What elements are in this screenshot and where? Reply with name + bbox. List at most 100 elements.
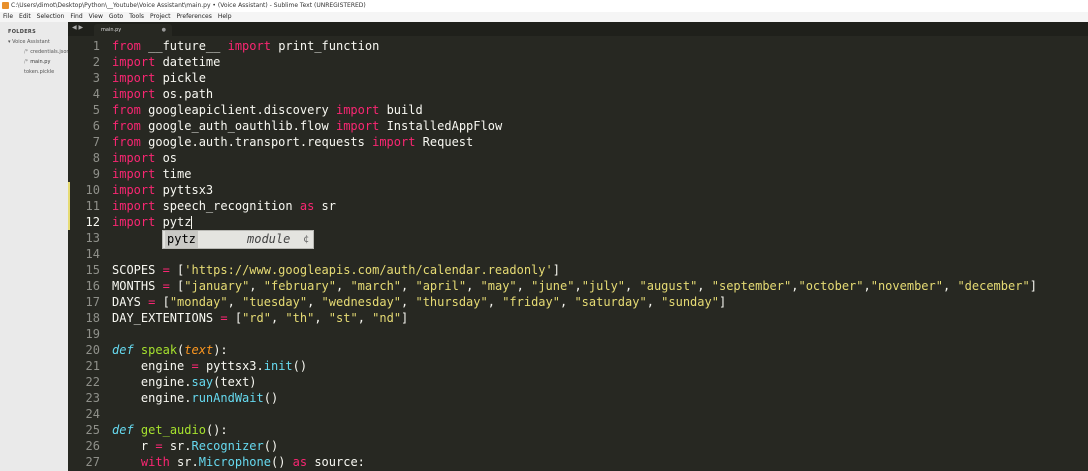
code-token: SCOPES bbox=[112, 263, 163, 277]
code-token: "wednesday" bbox=[321, 295, 402, 309]
code-line[interactable]: from __future__ import print_function bbox=[112, 38, 379, 54]
code-token: sr bbox=[314, 199, 336, 213]
code-token: with bbox=[140, 455, 170, 469]
menu-find[interactable]: Find bbox=[67, 12, 85, 22]
code-line[interactable]: engine.say(text) bbox=[112, 374, 257, 390]
menu-tools[interactable]: Tools bbox=[126, 12, 147, 22]
code-token: sr. bbox=[169, 455, 199, 469]
code-token: from bbox=[112, 119, 141, 133]
code-line[interactable]: import pickle bbox=[112, 70, 206, 86]
line-number: 4 bbox=[92, 87, 100, 101]
modified-line-marker bbox=[68, 214, 70, 230]
code-line[interactable]: def speak(text): bbox=[112, 342, 228, 358]
code-line[interactable]: import speech_recognition as sr bbox=[112, 198, 336, 214]
sublime-app-icon bbox=[2, 2, 9, 9]
code-token: build bbox=[379, 103, 423, 117]
code-token: "friday" bbox=[502, 295, 560, 309]
code-token: = bbox=[220, 311, 228, 325]
modified-line-marker bbox=[68, 198, 70, 214]
menu-file[interactable]: File bbox=[0, 12, 16, 22]
line-number: 20 bbox=[85, 343, 100, 357]
code-token: __future__ bbox=[140, 39, 228, 53]
code-line[interactable]: def get_audio(): bbox=[112, 422, 228, 438]
menu-view[interactable]: View bbox=[86, 12, 106, 22]
code-line[interactable]: r = sr.Recognizer() bbox=[112, 438, 278, 454]
code-line[interactable]: import time bbox=[112, 166, 191, 182]
autocomplete-popup[interactable]: pytz module ¢ bbox=[162, 230, 314, 249]
code-token: "tuesday" bbox=[242, 295, 308, 309]
code-token: speech_recognition bbox=[155, 199, 300, 213]
code-token: as bbox=[292, 455, 308, 469]
line-number: 11 bbox=[85, 199, 100, 213]
folder-voice-assistant[interactable]: ▾ Voice Assistant bbox=[8, 39, 50, 45]
code-token: () bbox=[270, 455, 293, 469]
code-token: "august" bbox=[639, 279, 698, 293]
sidebar: FOLDERS ▾ Voice Assistant /* credentials.… bbox=[0, 22, 70, 471]
code-token: ] bbox=[552, 263, 560, 277]
code-line[interactable]: DAYS = ["monday", "tuesday", "wednesday"… bbox=[112, 294, 726, 310]
autocomplete-item-name[interactable]: pytz bbox=[165, 231, 198, 248]
code-line[interactable]: from google_auth_oauthlib.flow import In… bbox=[112, 118, 502, 134]
line-number: 10 bbox=[85, 183, 100, 197]
menu-goto[interactable]: Goto bbox=[106, 12, 126, 22]
code-line[interactable]: engine = pyttsx3.init() bbox=[112, 358, 307, 374]
sidebar-file-item[interactable]: /* credentials.json bbox=[24, 49, 70, 55]
code-token: "monday" bbox=[169, 295, 228, 309]
code-line[interactable]: SCOPES = ['https://www.googleapis.com/au… bbox=[112, 262, 560, 278]
code-line[interactable]: import pytz bbox=[112, 214, 193, 230]
code-token: import bbox=[112, 167, 156, 181]
code-line[interactable]: engine.runAndWait() bbox=[112, 390, 278, 406]
tab-bar: ◀ ▶ main.py ● bbox=[68, 22, 1088, 36]
code-line[interactable]: MONTHS = ["january", "february", "march"… bbox=[112, 278, 1037, 294]
menu-selection[interactable]: Selection bbox=[34, 12, 68, 22]
tab-nav-arrows-icon[interactable]: ◀ ▶ bbox=[72, 24, 83, 31]
code-token: "february" bbox=[263, 279, 336, 293]
code-token: Recognizer bbox=[191, 439, 264, 453]
code-line[interactable]: import os bbox=[112, 150, 177, 166]
code-token: pyttsx3. bbox=[198, 359, 264, 373]
code-token: import bbox=[112, 71, 156, 85]
code-token: [ bbox=[227, 311, 243, 325]
file-name: main.py bbox=[30, 59, 51, 65]
code-token: os.path bbox=[155, 87, 214, 101]
code-token: import bbox=[112, 199, 156, 213]
code-line[interactable]: from google.auth.transport.requests impo… bbox=[112, 134, 473, 150]
sidebar-file-item[interactable]: token.pickle bbox=[24, 69, 54, 75]
tab-main-py[interactable]: main.py ● bbox=[94, 24, 172, 36]
code-line[interactable]: import os.path bbox=[112, 86, 213, 102]
code-line[interactable]: with sr.Microphone() as source: bbox=[112, 454, 365, 470]
code-token: , bbox=[487, 295, 503, 309]
code-editor[interactable]: 1 2 3 4 5 6 7 8 9 10 11 12 13 14 15 16 17 18 19 20 21 22 23 24 2… bbox=[68, 36, 1088, 471]
code-token: say bbox=[191, 375, 214, 389]
code-token: as bbox=[299, 199, 315, 213]
code-line[interactable]: import datetime bbox=[112, 54, 220, 70]
line-number: 27 bbox=[85, 455, 100, 469]
line-number: 25 bbox=[85, 423, 100, 437]
menu-project[interactable]: Project bbox=[147, 12, 174, 22]
line-number: 19 bbox=[85, 327, 100, 341]
code-token: from bbox=[112, 135, 141, 149]
menu-edit[interactable]: Edit bbox=[16, 12, 34, 22]
sidebar-file-item[interactable]: /* main.py bbox=[24, 59, 50, 65]
code-token: Microphone bbox=[198, 455, 271, 469]
code-token: def bbox=[112, 423, 134, 437]
code-line[interactable]: import pyttsx3 bbox=[112, 182, 213, 198]
tab-label: main.py bbox=[101, 27, 122, 33]
text-cursor bbox=[191, 216, 193, 229]
unsaved-dot-icon[interactable]: ● bbox=[162, 24, 166, 36]
code-token: "december" bbox=[957, 279, 1030, 293]
code-line[interactable]: DAY_EXTENTIONS = ["rd", "th", "st", "nd"… bbox=[112, 310, 408, 326]
code-token: datetime bbox=[155, 55, 221, 69]
code-token: text bbox=[184, 343, 214, 357]
menu-preferences[interactable]: Preferences bbox=[174, 12, 215, 22]
code-token: import bbox=[335, 119, 380, 133]
line-number: 17 bbox=[85, 295, 100, 309]
menu-help[interactable]: Help bbox=[215, 12, 235, 22]
line-number: 3 bbox=[92, 71, 100, 85]
code-token: def bbox=[112, 343, 134, 357]
code-token: = bbox=[191, 359, 199, 373]
code-line[interactable]: from googleapiclient.discovery import bu… bbox=[112, 102, 423, 118]
code-token: , bbox=[516, 279, 532, 293]
